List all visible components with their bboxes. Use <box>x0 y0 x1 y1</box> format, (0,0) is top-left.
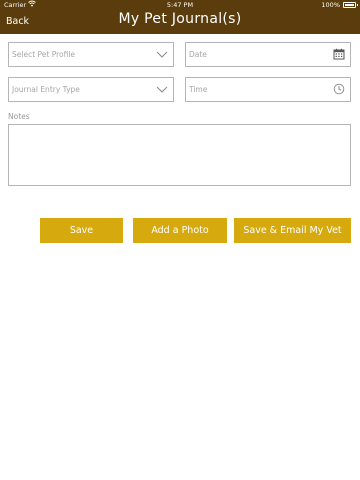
date-field[interactable]: Date <box>185 42 351 67</box>
notes-label: Notes <box>8 112 30 121</box>
time-field[interactable]: Time <box>185 77 351 102</box>
chevron-down-icon <box>156 51 168 58</box>
entry-type-placeholder: Journal Entry Type <box>12 85 80 94</box>
page-title: My Pet Journal(s) <box>118 11 242 27</box>
status-bar: Carrier 5:47 PM 100% <box>0 0 360 10</box>
save-button[interactable]: Save <box>40 218 123 243</box>
chevron-down-icon <box>156 86 168 93</box>
clock-icon[interactable] <box>333 83 345 95</box>
pet-profile-placeholder: Select Pet Profile <box>12 50 76 59</box>
pet-profile-select[interactable]: Select Pet Profile <box>8 42 174 67</box>
save-email-vet-button[interactable]: Save & Email My Vet <box>234 218 351 243</box>
date-placeholder: Date <box>189 50 207 59</box>
time-placeholder: Time <box>189 85 208 94</box>
calendar-icon[interactable] <box>333 48 345 60</box>
status-time: 5:47 PM <box>166 1 194 9</box>
notes-textarea[interactable] <box>8 124 351 186</box>
navigation-bar: Carrier 5:47 PM 100% Back My Pet Journal… <box>0 0 360 34</box>
battery-icon <box>343 2 358 8</box>
journal-entry-type-select[interactable]: Journal Entry Type <box>8 77 174 102</box>
battery-percentage: 100% <box>321 1 340 9</box>
add-photo-button[interactable]: Add a Photo <box>133 218 227 243</box>
